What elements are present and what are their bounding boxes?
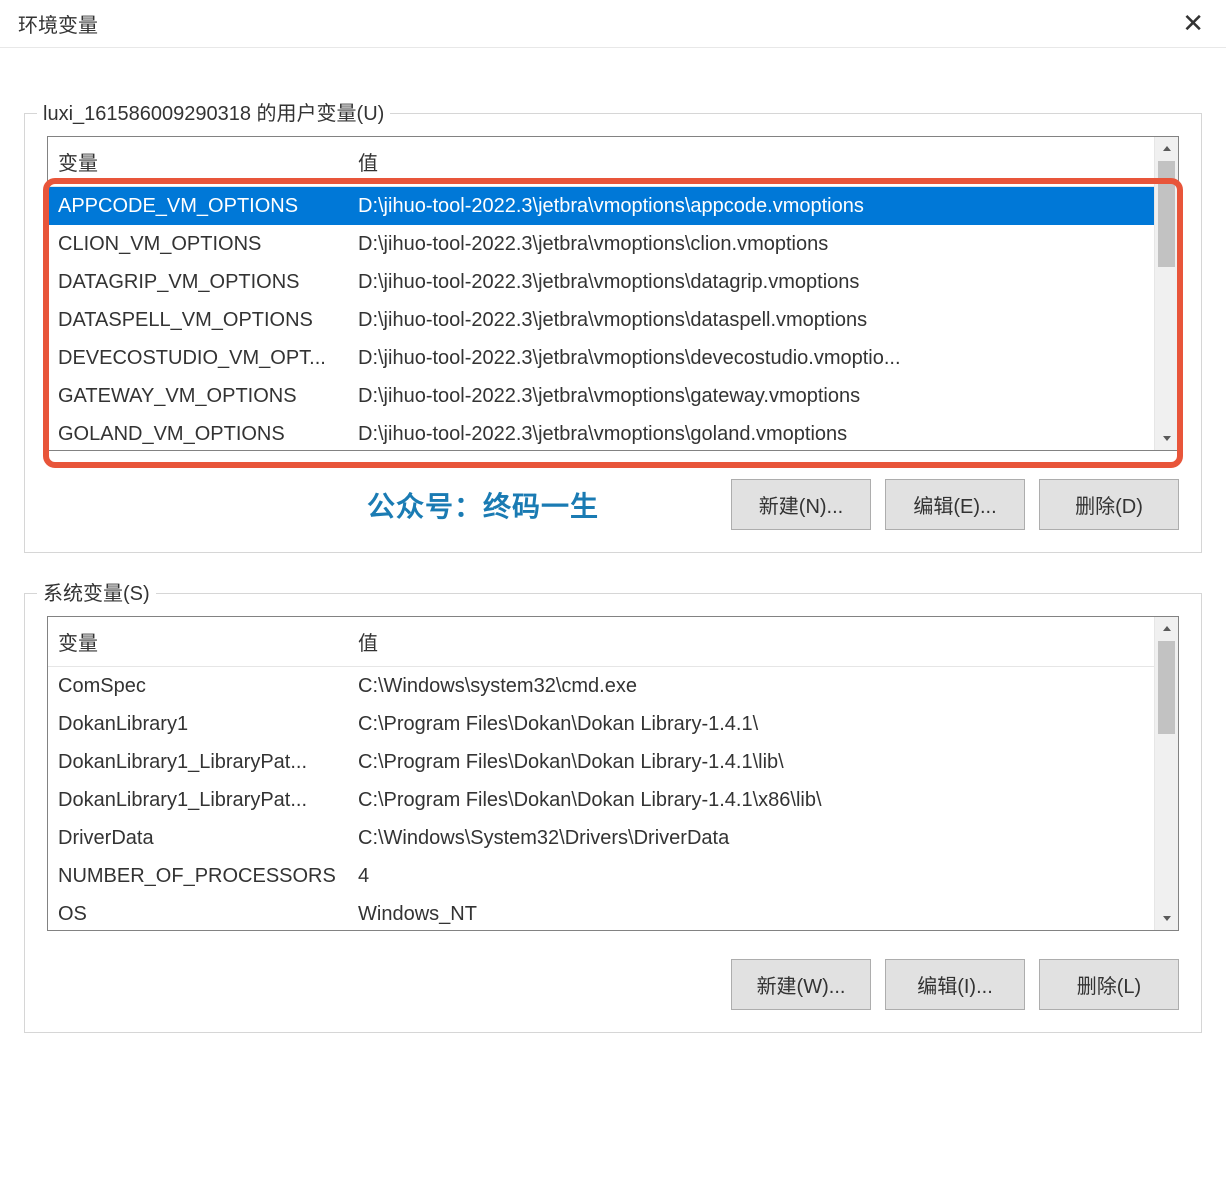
variable-name: NUMBER_OF_PROCESSORS [48,857,348,895]
variable-name: OS [48,895,348,930]
user-vars-header: 变量 值 [48,137,1154,187]
col-header-value[interactable]: 值 [348,617,1154,666]
watermark-text: 公众号：终码一生 [367,485,599,525]
window-title: 环境变量 [18,9,98,38]
system-vars-legend: 系统变量(S) [37,577,156,606]
scroll-up-icon[interactable] [1155,617,1178,641]
variable-value: C:\Program Files\Dokan\Dokan Library-1.4… [348,781,1154,819]
table-row[interactable]: APPCODE_VM_OPTIONSD:\jihuo-tool-2022.3\j… [48,187,1154,225]
variable-value: D:\jihuo-tool-2022.3\jetbra\vmoptions\ga… [348,377,1154,415]
user-edit-button[interactable]: 编辑(E)... [885,479,1025,530]
table-row[interactable]: DATAGRIP_VM_OPTIONSD:\jihuo-tool-2022.3\… [48,263,1154,301]
variable-name: DATASPELL_VM_OPTIONS [48,301,348,339]
variable-value: D:\jihuo-tool-2022.3\jetbra\vmoptions\de… [348,339,1154,377]
variable-name: DokanLibrary1_LibraryPat... [48,781,348,819]
user-vars-buttons: 公众号：终码一生 新建(N)... 编辑(E)... 删除(D) [47,479,1179,530]
variable-value: C:\Program Files\Dokan\Dokan Library-1.4… [348,705,1154,743]
variable-name: DEVECOSTUDIO_VM_OPT... [48,339,348,377]
user-delete-button[interactable]: 删除(D) [1039,479,1179,530]
table-row[interactable]: GOLAND_VM_OPTIONSD:\jihuo-tool-2022.3\je… [48,415,1154,450]
table-row[interactable]: DATASPELL_VM_OPTIONSD:\jihuo-tool-2022.3… [48,301,1154,339]
system-vars-list[interactable]: 变量 值 ComSpecC:\Windows\system32\cmd.exeD… [47,616,1179,931]
col-header-variable[interactable]: 变量 [48,137,348,186]
variable-value: C:\Windows\System32\Drivers\DriverData [348,819,1154,857]
variable-name: DokanLibrary1 [48,705,348,743]
system-vars-scrollbar[interactable] [1154,617,1178,930]
col-header-variable[interactable]: 变量 [48,617,348,666]
table-row[interactable]: DokanLibrary1_LibraryPat...C:\Program Fi… [48,743,1154,781]
user-vars-legend: luxi_161586009290318 的用户变量(U) [37,97,390,126]
table-row[interactable]: GATEWAY_VM_OPTIONSD:\jihuo-tool-2022.3\j… [48,377,1154,415]
variable-name: ComSpec [48,667,348,705]
scroll-down-icon[interactable] [1155,426,1178,450]
system-edit-button[interactable]: 编辑(I)... [885,959,1025,1010]
variable-value: C:\Windows\system32\cmd.exe [348,667,1154,705]
close-icon[interactable]: ✕ [1172,8,1214,39]
variable-name: APPCODE_VM_OPTIONS [48,187,348,225]
system-new-button[interactable]: 新建(W)... [731,959,871,1010]
table-row[interactable]: CLION_VM_OPTIONSD:\jihuo-tool-2022.3\jet… [48,225,1154,263]
user-new-button[interactable]: 新建(N)... [731,479,871,530]
scroll-thumb[interactable] [1158,161,1175,267]
table-row[interactable]: DokanLibrary1C:\Program Files\Dokan\Doka… [48,705,1154,743]
variable-value: D:\jihuo-tool-2022.3\jetbra\vmoptions\da… [348,301,1154,339]
table-row[interactable]: ComSpecC:\Windows\system32\cmd.exe [48,667,1154,705]
table-row[interactable]: NUMBER_OF_PROCESSORS4 [48,857,1154,895]
variable-value: D:\jihuo-tool-2022.3\jetbra\vmoptions\cl… [348,225,1154,263]
variable-name: DriverData [48,819,348,857]
table-row[interactable]: DriverDataC:\Windows\System32\Drivers\Dr… [48,819,1154,857]
scroll-up-icon[interactable] [1155,137,1178,161]
table-row[interactable]: DEVECOSTUDIO_VM_OPT...D:\jihuo-tool-2022… [48,339,1154,377]
variable-name: GOLAND_VM_OPTIONS [48,415,348,450]
titlebar: 环境变量 ✕ [0,0,1226,48]
scroll-down-icon[interactable] [1155,906,1178,930]
variable-value: C:\Program Files\Dokan\Dokan Library-1.4… [348,743,1154,781]
variable-value: D:\jihuo-tool-2022.3\jetbra\vmoptions\da… [348,263,1154,301]
variable-value: D:\jihuo-tool-2022.3\jetbra\vmoptions\go… [348,415,1154,450]
variable-name: CLION_VM_OPTIONS [48,225,348,263]
system-variables-group: 系统变量(S) 变量 值 ComSpecC:\Windows\system32\… [24,593,1202,1033]
variable-name: DATAGRIP_VM_OPTIONS [48,263,348,301]
user-variables-group: luxi_161586009290318 的用户变量(U) 变量 值 APPCO… [24,113,1202,553]
variable-name: GATEWAY_VM_OPTIONS [48,377,348,415]
table-row[interactable]: DokanLibrary1_LibraryPat...C:\Program Fi… [48,781,1154,819]
user-vars-scrollbar[interactable] [1154,137,1178,450]
table-row[interactable]: OSWindows_NT [48,895,1154,930]
system-vars-header: 变量 值 [48,617,1154,667]
variable-name: DokanLibrary1_LibraryPat... [48,743,348,781]
col-header-value[interactable]: 值 [348,137,1154,186]
scroll-thumb[interactable] [1158,641,1175,734]
system-delete-button[interactable]: 删除(L) [1039,959,1179,1010]
variable-value: Windows_NT [348,895,1154,930]
variable-value: 4 [348,857,1154,895]
user-vars-list[interactable]: 变量 值 APPCODE_VM_OPTIONSD:\jihuo-tool-202… [47,136,1179,451]
system-vars-buttons: 新建(W)... 编辑(I)... 删除(L) [47,959,1179,1010]
variable-value: D:\jihuo-tool-2022.3\jetbra\vmoptions\ap… [348,187,1154,225]
